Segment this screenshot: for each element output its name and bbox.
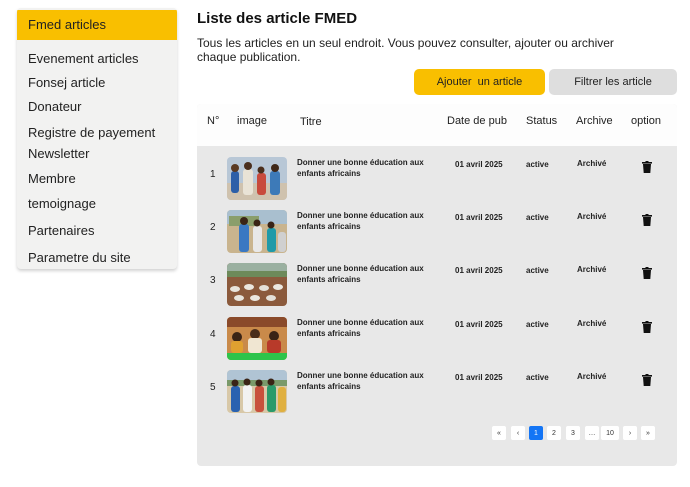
pager-page-2[interactable]: 2 (547, 426, 561, 440)
pager-page-10[interactable]: 10 (601, 426, 619, 440)
publication-date: 01 avril 2025 (455, 213, 503, 222)
article-title[interactable]: Donner une bonne éducation aux enfants a… (297, 157, 432, 179)
status-badge: active (526, 160, 549, 169)
pager-last-button[interactable]: » (641, 426, 655, 440)
pager-ellipsis: … (585, 426, 599, 440)
column-header-status: Status (526, 115, 558, 127)
sidebar-item-registre-de-payement[interactable]: Registre de payement (17, 124, 177, 142)
filter-articles-button[interactable]: Filtrer les article (549, 69, 677, 95)
table-row[interactable]: 3 Donner une bonne éducation aux enfants… (197, 261, 677, 311)
trash-icon[interactable] (642, 267, 652, 279)
publication-date: 01 avril 2025 (455, 266, 503, 275)
pager-page-3[interactable]: 3 (566, 426, 580, 440)
page-description: Tous les articles en un seul endroit. Vo… (197, 36, 614, 64)
sidebar-item-donateur[interactable]: Donateur (17, 98, 177, 116)
article-title[interactable]: Donner une bonne éducation aux enfants a… (297, 263, 432, 285)
sidebar-item-fonsej-article[interactable]: Fonsej article (17, 74, 177, 92)
sidebar-item-evenement-articles[interactable]: Evenement articles (17, 50, 177, 68)
archive-status: Archivé (577, 212, 607, 221)
sidebar-item-parametre-du-site[interactable]: Parametre du site (17, 249, 177, 267)
sidebar-item-partenaires[interactable]: Partenaires (17, 222, 177, 240)
trash-icon[interactable] (642, 321, 652, 333)
table-row[interactable]: 1 Donner une bonne éducation aux enfants… (197, 155, 677, 205)
page-title: Liste des article FMED (197, 10, 358, 27)
sidebar-item-temoignage[interactable]: temoignage (17, 195, 177, 213)
pager-prev-button[interactable]: ‹ (511, 426, 525, 440)
add-article-button[interactable]: Ajouter un article (414, 69, 545, 95)
article-title[interactable]: Donner une bonne éducation aux enfants a… (297, 210, 432, 232)
archive-status: Archivé (577, 159, 607, 168)
article-thumbnail (227, 370, 287, 413)
row-number: 3 (210, 275, 216, 286)
archive-status: Archivé (577, 319, 607, 328)
pager-page-1[interactable]: 1 (529, 426, 543, 440)
row-number: 2 (210, 222, 216, 233)
article-thumbnail (227, 263, 287, 306)
sidebar-item-newsletter[interactable]: Newsletter (17, 145, 177, 163)
status-badge: active (526, 320, 549, 329)
article-thumbnail (227, 317, 287, 360)
table-row[interactable]: 5 Donner une bonne éducation aux enfants… (197, 368, 677, 418)
sidebar-item-fmed-articles[interactable]: Fmed articles (17, 10, 177, 40)
row-number: 5 (210, 382, 216, 393)
publication-date: 01 avril 2025 (455, 320, 503, 329)
article-title[interactable]: Donner une bonne éducation aux enfants a… (297, 317, 432, 339)
publication-date: 01 avril 2025 (455, 373, 503, 382)
article-thumbnail (227, 210, 287, 253)
table-row[interactable]: 4 Donner une bonne éducation aux enfants… (197, 315, 677, 365)
status-badge: active (526, 266, 549, 275)
column-header-date: Date de pub (447, 115, 507, 127)
table-header: N° image Titre Date de pub Status Archiv… (197, 104, 677, 146)
archive-status: Archivé (577, 265, 607, 274)
pager-first-button[interactable]: « (492, 426, 506, 440)
column-header-image: image (237, 115, 267, 127)
row-number: 1 (210, 169, 216, 180)
article-title[interactable]: Donner une bonne éducation aux enfants a… (297, 370, 432, 392)
pager-next-button[interactable]: › (623, 426, 637, 440)
archive-status: Archivé (577, 372, 607, 381)
column-header-option: option (631, 115, 661, 127)
table-row[interactable]: 2 Donner une bonne éducation aux enfants… (197, 208, 677, 258)
column-header-archive: Archive (576, 115, 613, 127)
status-badge: active (526, 373, 549, 382)
sidebar-item-membre[interactable]: Membre (17, 170, 177, 188)
publication-date: 01 avril 2025 (455, 160, 503, 169)
sidebar: Fmed articles Evenement articles Fonsej … (17, 8, 177, 269)
trash-icon[interactable] (642, 161, 652, 173)
articles-table: N° image Titre Date de pub Status Archiv… (197, 104, 677, 466)
row-number: 4 (210, 329, 216, 340)
trash-icon[interactable] (642, 214, 652, 226)
column-header-number: N° (207, 115, 220, 127)
status-badge: active (526, 213, 549, 222)
article-thumbnail (227, 157, 287, 200)
trash-icon[interactable] (642, 374, 652, 386)
column-header-title: Titre (300, 116, 322, 128)
